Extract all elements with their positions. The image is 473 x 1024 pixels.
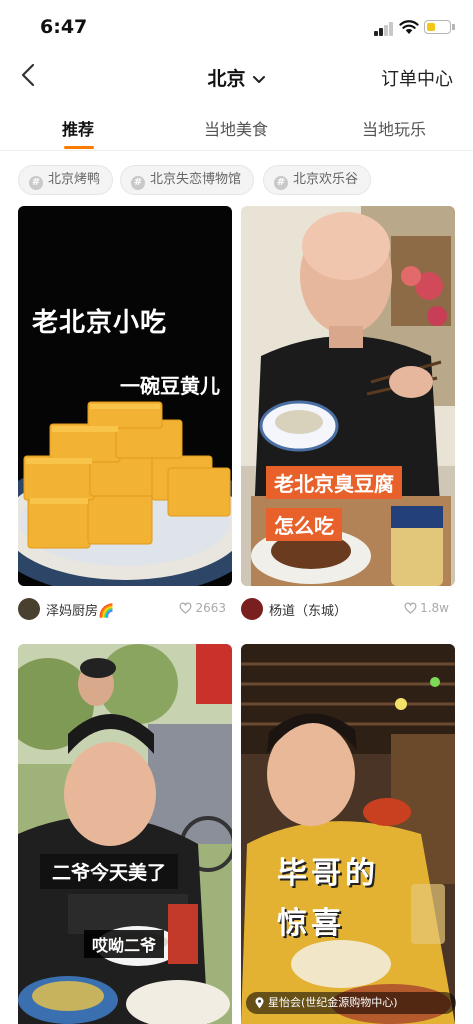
status-time: 6:47 bbox=[40, 16, 88, 38]
tabs-divider bbox=[0, 150, 473, 151]
restaurant-man-photo bbox=[241, 644, 455, 1024]
avatar[interactable] bbox=[18, 598, 40, 620]
battery-icon bbox=[424, 20, 451, 34]
card-overlay-title: 二爷今天美了 bbox=[40, 854, 179, 889]
card-overlay-title: 老北京臭豆腐 bbox=[266, 466, 402, 499]
order-center-link[interactable]: 订单中心 bbox=[381, 65, 453, 91]
author-name[interactable]: 杨道（东城） bbox=[269, 600, 347, 619]
location-name: 星怡会(世纪金源购物中心) bbox=[268, 996, 398, 1009]
card-overlay-subtitle: 惊喜 bbox=[277, 906, 345, 941]
tag-chip-breakup-museum[interactable]: # 北京失恋博物馆 bbox=[120, 165, 255, 195]
like-count[interactable]: 2663 bbox=[179, 601, 226, 615]
battery-cap bbox=[452, 24, 455, 30]
status-bar: 6:47 bbox=[0, 0, 473, 50]
tab-local-fun[interactable]: 当地玩乐 bbox=[362, 116, 426, 140]
card-overlay-title: 毕哥的 bbox=[277, 856, 379, 891]
location-tag[interactable]: 星怡会(世纪金源购物中心) bbox=[246, 992, 456, 1014]
nav-bar: 北京 订单中心 bbox=[0, 52, 473, 100]
card-thumbnail: 毕哥的 惊喜 bbox=[241, 644, 455, 1024]
tag-label: 北京欢乐谷 bbox=[293, 172, 359, 187]
hashtag-icon: # bbox=[131, 176, 145, 190]
street-man-photo bbox=[18, 644, 232, 1024]
like-count-value: 2663 bbox=[195, 601, 226, 615]
card-overlay-title: 老北京小吃 bbox=[32, 308, 168, 338]
tab-recommended[interactable]: 推荐 bbox=[62, 116, 94, 140]
category-tabs: 推荐 当地美食 当地玩乐 bbox=[0, 110, 473, 150]
card-overlay-subtitle: 怎么吃 bbox=[266, 508, 342, 541]
avatar[interactable] bbox=[241, 598, 263, 620]
card-meta: 泽妈厨房🌈 2663 bbox=[18, 594, 232, 624]
cellular-signal-icon bbox=[374, 22, 394, 36]
tag-label: 北京烤鸭 bbox=[48, 172, 101, 187]
heart-icon bbox=[179, 602, 192, 614]
like-count-value: 1.8w bbox=[420, 601, 449, 615]
like-count[interactable]: 1.8w bbox=[404, 601, 449, 615]
wifi-icon bbox=[399, 20, 419, 34]
card-overlay-subtitle: 哎呦二爷 bbox=[84, 930, 165, 958]
card-thumbnail: 老北京小吃 一碗豆黄儿 bbox=[18, 206, 232, 586]
city-title: 北京 bbox=[207, 68, 246, 90]
author-name[interactable]: 泽妈厨房🌈 bbox=[46, 600, 114, 619]
tag-chip-happy-valley[interactable]: # 北京欢乐谷 bbox=[263, 165, 372, 195]
hashtag-icon: # bbox=[274, 176, 288, 190]
tab-local-food[interactable]: 当地美食 bbox=[204, 116, 268, 140]
card-thumbnail: 二爷今天美了 哎呦二爷 bbox=[18, 644, 232, 1024]
card-meta: 杨道（东城） 1.8w bbox=[241, 594, 455, 624]
tag-label: 北京失恋博物馆 bbox=[150, 172, 242, 187]
tag-chip-roast-duck[interactable]: # 北京烤鸭 bbox=[18, 165, 114, 195]
location-pin-icon bbox=[255, 997, 264, 1009]
active-tab-indicator bbox=[64, 146, 94, 149]
card-thumbnail: 老北京臭豆腐 怎么吃 bbox=[241, 206, 455, 586]
hashtag-icon: # bbox=[29, 176, 43, 190]
chevron-down-icon bbox=[252, 75, 265, 83]
heart-icon bbox=[404, 602, 417, 614]
card-overlay-subtitle: 一碗豆黄儿 bbox=[120, 374, 220, 398]
